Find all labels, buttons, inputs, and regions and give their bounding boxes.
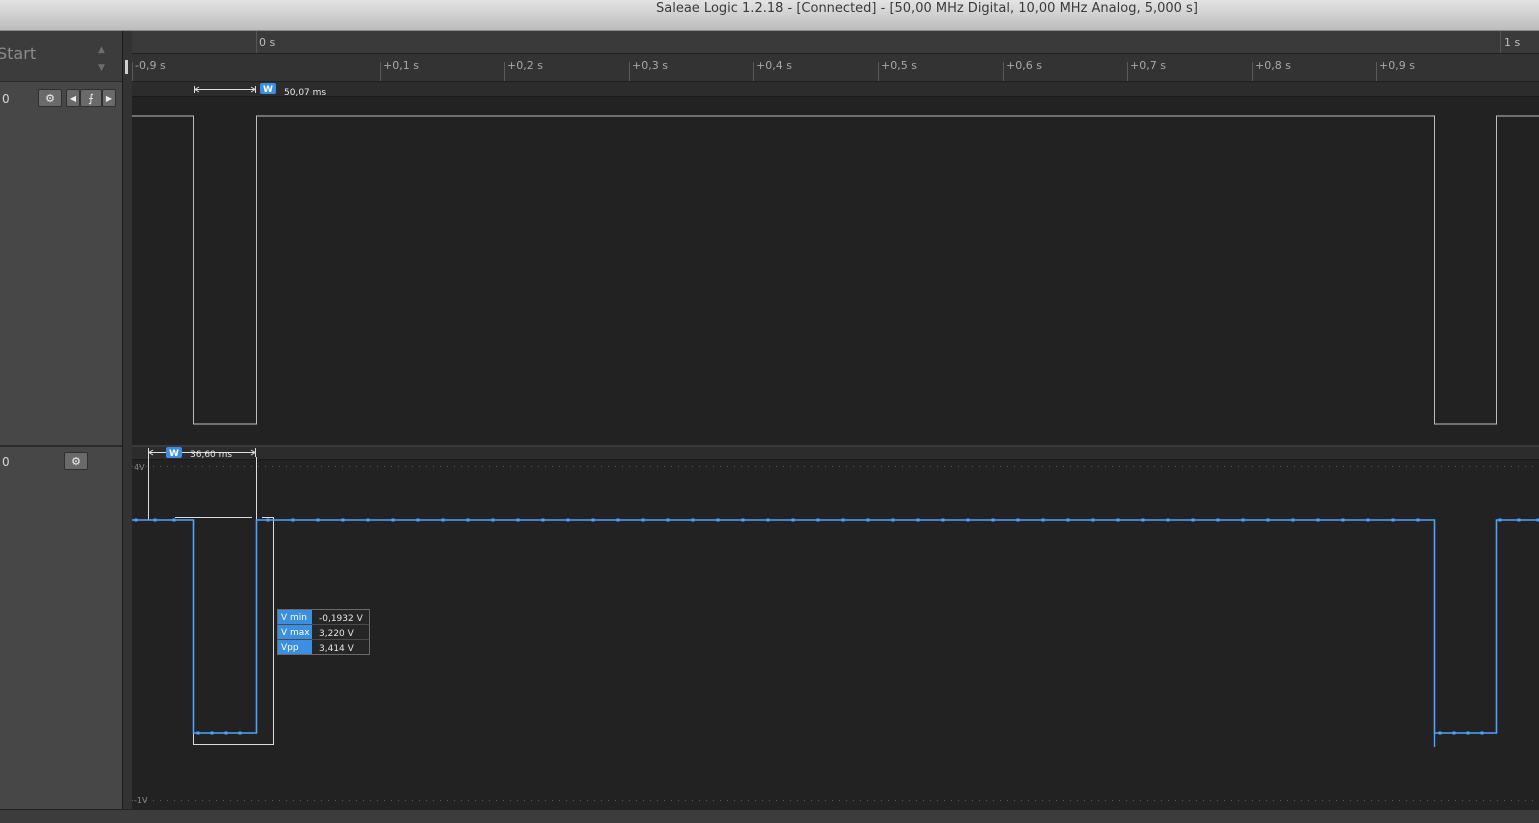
digital-channel-plot[interactable] <box>132 82 1539 445</box>
analog-sample-dot <box>992 519 995 522</box>
analog-sample-dot <box>1067 519 1070 522</box>
measurement-box[interactable]: V min V max Vpp -0,1932 V 3,220 V 3,414 … <box>278 610 370 655</box>
analog-sample-dot <box>417 519 420 522</box>
analog-sample-dot <box>1317 519 1320 522</box>
analog-sample-dot <box>567 519 570 522</box>
analog-sample-dot <box>517 519 520 522</box>
digital-width-value: 50,07 ms <box>284 88 326 98</box>
analog-sample-dot <box>1392 519 1395 522</box>
ruler-tick-label: +0,7 s <box>1130 59 1166 72</box>
analog-sample-dot <box>1292 519 1295 522</box>
ruler-tick-label: +0,2 s <box>507 59 543 72</box>
analog-sample-dot <box>1518 519 1521 522</box>
status-bar <box>0 809 1539 823</box>
vpp-label: Vpp <box>281 643 299 653</box>
analog-sample-dot <box>1267 519 1270 522</box>
analog-sample-dot <box>239 732 242 735</box>
analog-sample-dot <box>1499 519 1502 522</box>
analog-sample-dot <box>1167 519 1170 522</box>
ruler-tick-label: +0,3 s <box>632 59 668 72</box>
analog-sample-dot <box>1481 732 1484 735</box>
analog-sample-dot <box>211 732 214 735</box>
ruler-tick-label: +0,6 s <box>1006 59 1042 72</box>
width-badge-label: W <box>169 449 179 459</box>
analog-sample-dot <box>1242 519 1245 522</box>
analog-sample-dot <box>1042 519 1045 522</box>
ruler-tick-label: +0,4 s <box>756 59 792 72</box>
analog-sample-dot <box>767 519 770 522</box>
analog-sample-dot <box>1117 519 1120 522</box>
waveform-view[interactable]: 0 s 1 s -0,9 s +0,1 s +0,2 s +0,3 s +0,4 s +0… <box>0 0 1539 822</box>
analog-sample-dot <box>267 519 270 522</box>
ruler-tick-label: +0,5 s <box>881 59 917 72</box>
axis-label-bottom: -1V <box>134 796 148 805</box>
analog-sample-dot <box>642 519 645 522</box>
analog-sample-dot <box>1017 519 1020 522</box>
analog-sample-dot <box>742 519 745 522</box>
vmin-label: V min <box>281 613 307 623</box>
analog-sample-dot <box>967 519 970 522</box>
analog-sample-dot <box>1439 732 1442 735</box>
analog-sample-dot <box>1467 732 1470 735</box>
analog-sample-dot <box>842 519 845 522</box>
analog-sample-dot <box>197 732 200 735</box>
analog-width-value: 36,60 ms <box>190 450 232 460</box>
analog-sample-dot <box>173 519 176 522</box>
vpp-value: 3,414 V <box>319 644 355 654</box>
time-ruler-top <box>132 31 1539 53</box>
analog-sample-dot <box>225 732 228 735</box>
ruler-tick-label: +0,8 s <box>1255 59 1291 72</box>
analog-sample-dot <box>1092 519 1095 522</box>
analog-sample-dot <box>317 519 320 522</box>
analog-measure-strip <box>132 447 1539 459</box>
analog-sample-dot <box>1217 519 1220 522</box>
analog-sample-dot <box>667 519 670 522</box>
analog-sample-dot <box>592 519 595 522</box>
digital-measure-strip <box>132 82 1539 96</box>
analog-sample-dot <box>717 519 720 522</box>
ruler-label-one: 1 s <box>1504 36 1520 49</box>
analog-sample-dot <box>1367 519 1370 522</box>
analog-sample-dot <box>292 519 295 522</box>
analog-sample-dot <box>342 519 345 522</box>
width-badge-label: W <box>263 85 273 95</box>
ruler-start-marker[interactable] <box>125 60 128 74</box>
analog-sample-dot <box>392 519 395 522</box>
analog-sample-dot <box>542 519 545 522</box>
vmax-value: 3,220 V <box>319 629 355 639</box>
analog-sample-dot <box>1453 732 1456 735</box>
analog-sample-dot <box>942 519 945 522</box>
time-ruler <box>132 54 1539 81</box>
analog-sample-dot <box>867 519 870 522</box>
ruler-tick-label: +0,9 s <box>1379 59 1415 72</box>
analog-sample-dot <box>892 519 895 522</box>
analog-sample-dot <box>617 519 620 522</box>
analog-sample-dot <box>1417 519 1420 522</box>
analog-sample-dot <box>367 519 370 522</box>
analog-sample-dot <box>492 519 495 522</box>
analog-sample-dot <box>135 519 138 522</box>
vmax-label: V max <box>281 628 310 638</box>
analog-sample-dot <box>467 519 470 522</box>
ruler-label-zero: 0 s <box>259 36 275 49</box>
axis-label-top: 4V <box>134 463 145 472</box>
ruler-tick-label: +0,1 s <box>383 59 419 72</box>
analog-sample-dot <box>917 519 920 522</box>
ruler-tick-label: -0,9 s <box>135 59 166 72</box>
analog-sample-dot <box>1342 519 1345 522</box>
analog-sample-dot <box>692 519 695 522</box>
analog-sample-dot <box>1142 519 1145 522</box>
analog-sample-dot <box>817 519 820 522</box>
vmin-value: -0,1932 V <box>319 614 364 624</box>
analog-sample-dot <box>442 519 445 522</box>
analog-sample-dot <box>792 519 795 522</box>
analog-sample-dot <box>154 519 157 522</box>
analog-sample-dot <box>1192 519 1195 522</box>
